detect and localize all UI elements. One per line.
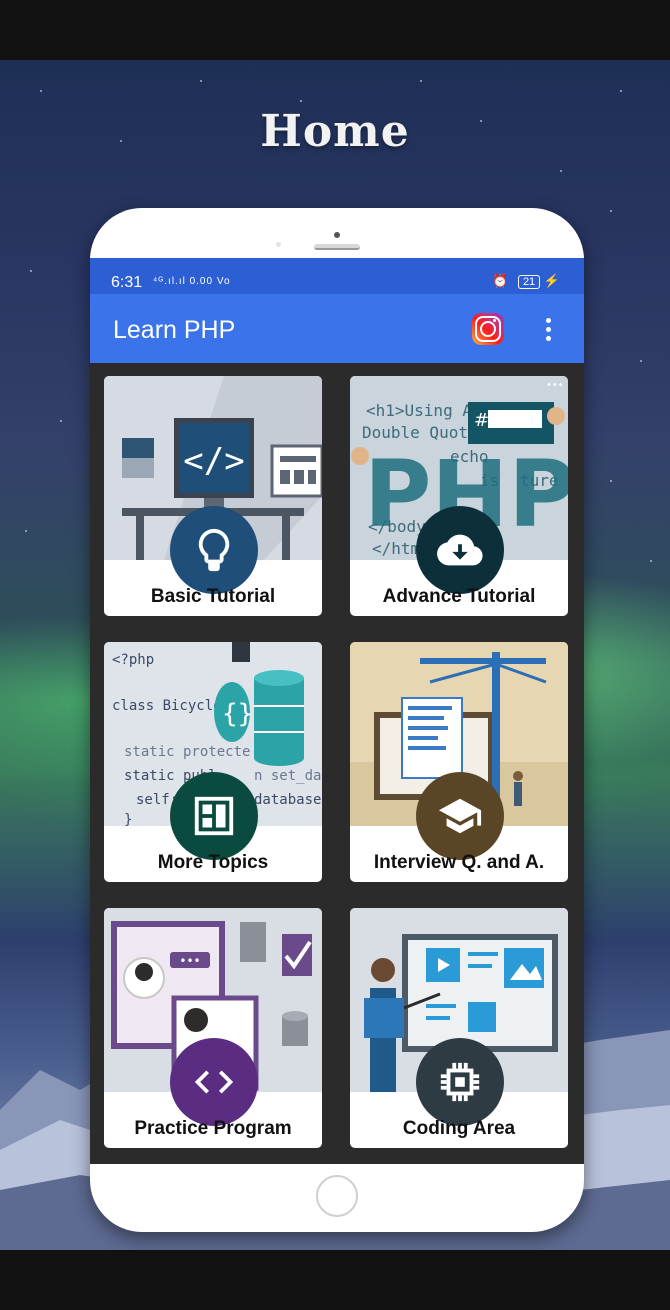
top-black-bar [0,0,670,60]
svg-text:#: # [474,410,489,431]
card-label: Advance Tutorial [382,586,536,607]
app-screen: 6:31 ⁴ᴳ.ıl.ıl 0.00 Vo ⏰ 21 ⚡ Learn PHP <… [90,258,584,1164]
dashboard-icon [170,772,258,860]
instagram-icon[interactable] [472,313,504,345]
card-basic-tutorial[interactable]: </> Basic Tutorial [104,376,322,616]
card-practice-program[interactable]: ••• Practice Program [104,908,322,1148]
card-label: Practice Program [134,1118,292,1139]
charging-icon: ⚡ [543,273,560,288]
svg-text:database;: database; [254,792,322,808]
cloud-download-icon [416,506,504,594]
svg-text:static protecte: static protecte [124,744,250,760]
svg-text:<?php: <?php [112,652,154,668]
card-advance-tutorial[interactable]: <h1>Using Arr Double Quote echo is ture … [350,376,568,616]
card-label: Basic Tutorial [150,586,276,607]
page-title: Home [260,106,410,157]
home-button[interactable] [316,1175,358,1217]
code-icon [170,1038,258,1126]
lightbulb-icon [170,506,258,594]
card-label: Interview Q. and A. [373,852,545,873]
phone-frame: 6:31 ⁴ᴳ.ıl.ıl 0.00 Vo ⏰ 21 ⚡ Learn PHP <… [90,208,584,1232]
card-coding-area[interactable]: Coding Area [350,908,568,1148]
earpiece-speaker [314,244,360,250]
status-bar: 6:31 ⁴ᴳ.ıl.ıl 0.00 Vo ⏰ 21 ⚡ [90,258,584,294]
chip-icon [416,1038,504,1126]
sensor [276,242,281,247]
graduation-cap-icon [416,772,504,860]
app-bar: Learn PHP [90,294,584,363]
app-title: Learn PHP [113,316,236,344]
svg-text:{}: {} [222,699,253,729]
card-more-topics[interactable]: <?php class Bicycle { static protecte st… [104,642,322,882]
status-right: ⏰ 21 ⚡ [492,273,560,289]
signal-info: ⁴ᴳ.ıl.ıl 0.00 Vo [153,276,231,287]
card-label: More Topics [157,852,269,873]
svg-text:•••: ••• [179,954,200,968]
more-vert-icon[interactable] [542,318,554,344]
card-label: Coding Area [402,1118,516,1139]
bottom-black-bar [0,1250,670,1310]
svg-text:Double Quote: Double Quote [362,423,478,442]
front-camera [334,232,340,238]
svg-text:}: } [124,812,132,826]
svg-text:n set_data: n set_data [254,768,322,784]
card-interview-qa[interactable]: Interview Q. and A. [350,642,568,882]
battery-level: 21 [517,275,541,289]
alarm-icon: ⏰ [492,273,509,288]
status-time: 6:31 [111,274,143,291]
svg-text:•••: ••• [546,380,564,391]
svg-text:</>: </> [183,441,244,481]
